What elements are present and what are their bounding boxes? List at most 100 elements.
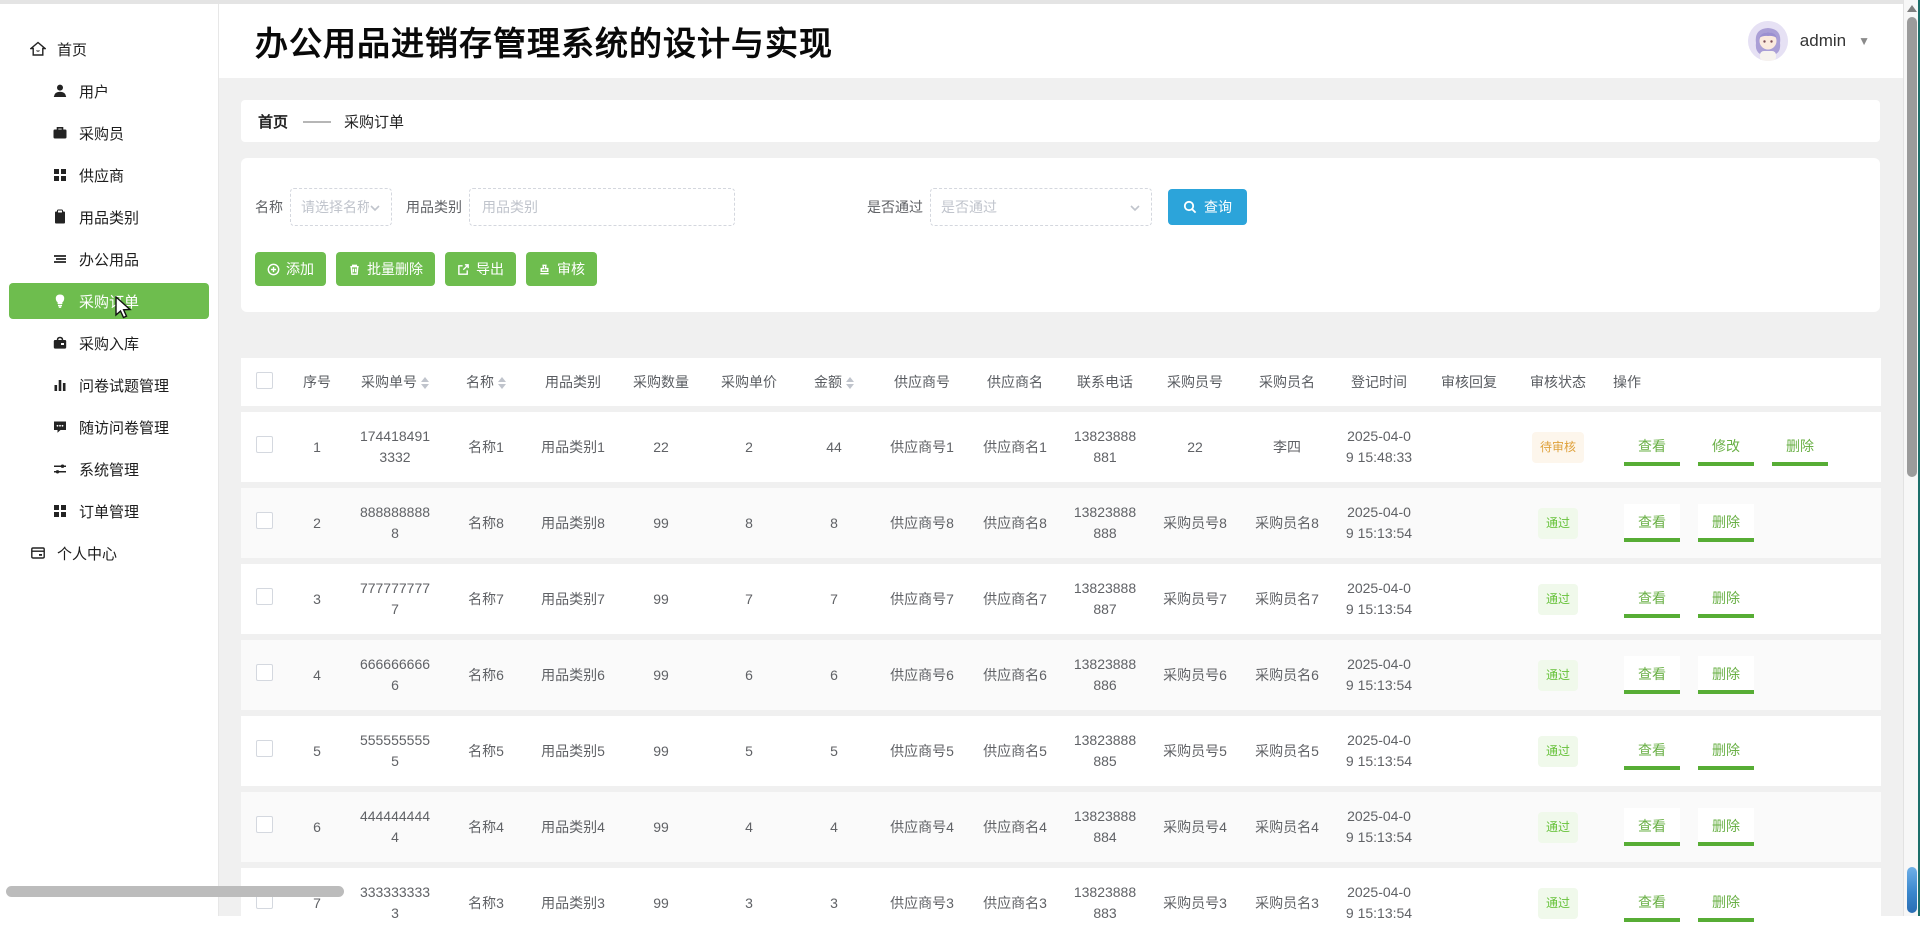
chat-icon	[51, 419, 68, 436]
view-button[interactable]: 查看	[1624, 732, 1680, 770]
sidebar-item-系统管理[interactable]: 系统管理	[9, 451, 209, 487]
view-button[interactable]: 查看	[1624, 884, 1680, 922]
cell-time: 2025-04-09 15:13:54	[1333, 640, 1425, 710]
cell-amount: 8	[793, 488, 875, 558]
view-button[interactable]: 查看	[1624, 656, 1680, 694]
cell-supplier-name: 供应商名5	[969, 716, 1061, 786]
cell-qty: 99	[617, 564, 705, 634]
grid-icon	[51, 167, 68, 184]
sidebar-item-供应商[interactable]: 供应商	[9, 157, 209, 193]
sidebar-item-采购订单[interactable]: 采购订单	[9, 283, 209, 319]
add-button[interactable]: 添加	[255, 252, 326, 286]
view-button[interactable]: 查看	[1624, 808, 1680, 846]
sidebar-item-个人中心[interactable]: 个人中心	[9, 535, 209, 571]
sidebar-item-采购入库[interactable]: 采购入库	[9, 325, 209, 361]
action-buttons: 添加 批量删除 导出 审核	[255, 252, 1866, 286]
breadcrumb-home[interactable]: 首页	[258, 111, 288, 132]
table-row: 73333333333名称3用品类别39933供应商号3供应商名31382388…	[241, 868, 1881, 938]
row-checkbox[interactable]	[256, 512, 273, 529]
sidebar-item-办公用品[interactable]: 办公用品	[9, 241, 209, 277]
search-button[interactable]: 查询	[1168, 189, 1247, 225]
cell-checkbox	[241, 640, 287, 710]
status-badge: 通过	[1538, 812, 1578, 843]
cell-index: 7	[287, 868, 347, 938]
cell-price: 3	[705, 868, 793, 938]
sort-carets[interactable]	[498, 377, 506, 389]
cell-supplier-no: 供应商号3	[875, 868, 969, 938]
delete-button[interactable]: 删除	[1698, 656, 1754, 694]
sidebar-item-问卷试题管理[interactable]: 问卷试题管理	[9, 367, 209, 403]
view-button[interactable]: 查看	[1624, 580, 1680, 618]
delete-button[interactable]: 删除	[1772, 428, 1828, 466]
cell-order-no: 1744184913332	[347, 412, 443, 482]
audit-button[interactable]: 审核	[526, 252, 597, 286]
header-name[interactable]: 名称	[443, 358, 529, 406]
edit-button[interactable]: 修改	[1698, 428, 1754, 466]
cell-name: 名称6	[443, 640, 529, 710]
cell-qty: 99	[617, 488, 705, 558]
sidebar-item-订单管理[interactable]: 订单管理	[9, 493, 209, 529]
status-badge: 通过	[1538, 584, 1578, 615]
row-checkbox[interactable]	[256, 664, 273, 681]
category-input-box	[469, 188, 735, 226]
cell-supplier-name: 供应商名6	[969, 640, 1061, 710]
header-amount[interactable]: 金额	[793, 358, 875, 406]
cell-buyer-no: 22	[1149, 412, 1241, 482]
delete-button[interactable]: 删除	[1698, 808, 1754, 846]
header-time: 登记时间	[1333, 358, 1425, 406]
row-checkbox[interactable]	[256, 740, 273, 757]
view-button[interactable]: 查看	[1624, 504, 1680, 542]
vertical-scrollbar-thumb[interactable]	[1907, 17, 1917, 477]
cell-amount: 4	[793, 792, 875, 862]
cell-phone: 13823888883	[1061, 868, 1149, 938]
cell-checkbox	[241, 868, 287, 938]
sidebar-item-用品类别[interactable]: 用品类别	[9, 199, 209, 235]
header-order-no[interactable]: 采购单号	[347, 358, 443, 406]
delete-button[interactable]: 删除	[1698, 580, 1754, 618]
cell-supplier-name: 供应商名3	[969, 868, 1061, 938]
scrollbar-bottom-thumb[interactable]	[1907, 867, 1917, 913]
cell-buyer-no: 采购员号8	[1149, 488, 1241, 558]
cell-time: 2025-04-09 15:13:54	[1333, 716, 1425, 786]
sidebar-item-随访问卷管理[interactable]: 随访问卷管理	[9, 409, 209, 445]
category-input[interactable]	[480, 198, 724, 216]
pass-select[interactable]: 是否通过	[930, 188, 1152, 226]
cell-buyer-no: 采购员号6	[1149, 640, 1241, 710]
chevron-down-icon	[369, 201, 381, 213]
name-select[interactable]: 请选择名称	[290, 188, 392, 226]
table-row: 46666666666名称6用品类别69966供应商号6供应商名61382388…	[241, 640, 1881, 710]
cell-price: 6	[705, 640, 793, 710]
view-button[interactable]: 查看	[1624, 428, 1680, 466]
row-checkbox[interactable]	[256, 816, 273, 833]
delete-button[interactable]: 删除	[1698, 732, 1754, 770]
sidebar-item-label: 订单管理	[79, 501, 139, 522]
cell-amount: 5	[793, 716, 875, 786]
cell-buyer-no: 采购员号4	[1149, 792, 1241, 862]
select-all-checkbox[interactable]	[256, 372, 273, 389]
cell-reply	[1425, 868, 1513, 938]
sort-carets[interactable]	[846, 377, 854, 389]
sidebar-item-用户[interactable]: 用户	[9, 73, 209, 109]
stamp-icon	[538, 263, 551, 276]
sort-carets[interactable]	[421, 377, 429, 389]
user-menu[interactable]: admin ▼	[1748, 21, 1870, 61]
header-buyer-name: 采购员名	[1241, 358, 1333, 406]
sidebar-item-首页[interactable]: 首页	[9, 31, 209, 67]
row-checkbox[interactable]	[256, 436, 273, 453]
batch-delete-button[interactable]: 批量删除	[336, 252, 435, 286]
delete-button[interactable]: 删除	[1698, 504, 1754, 542]
sidebar-item-label: 采购员	[79, 123, 124, 144]
cell-name: 名称3	[443, 868, 529, 938]
user-icon	[51, 83, 68, 100]
scroll-up-arrow[interactable]	[1907, 5, 1917, 12]
briefcase-icon	[51, 125, 68, 142]
horizontal-scrollbar-thumb[interactable]	[6, 886, 344, 897]
row-checkbox[interactable]	[256, 588, 273, 605]
cell-price: 7	[705, 564, 793, 634]
export-button[interactable]: 导出	[445, 252, 516, 286]
cell-category: 用品类别5	[529, 716, 617, 786]
cell-status: 通过	[1513, 792, 1603, 862]
table-header-row: 序号 采购单号 名称 用品类别 采购数量 采购单价 金额 供应商号 供应商名 联…	[241, 358, 1881, 406]
sidebar-item-采购员[interactable]: 采购员	[9, 115, 209, 151]
删除-button[interactable]: 删除	[1698, 884, 1754, 922]
